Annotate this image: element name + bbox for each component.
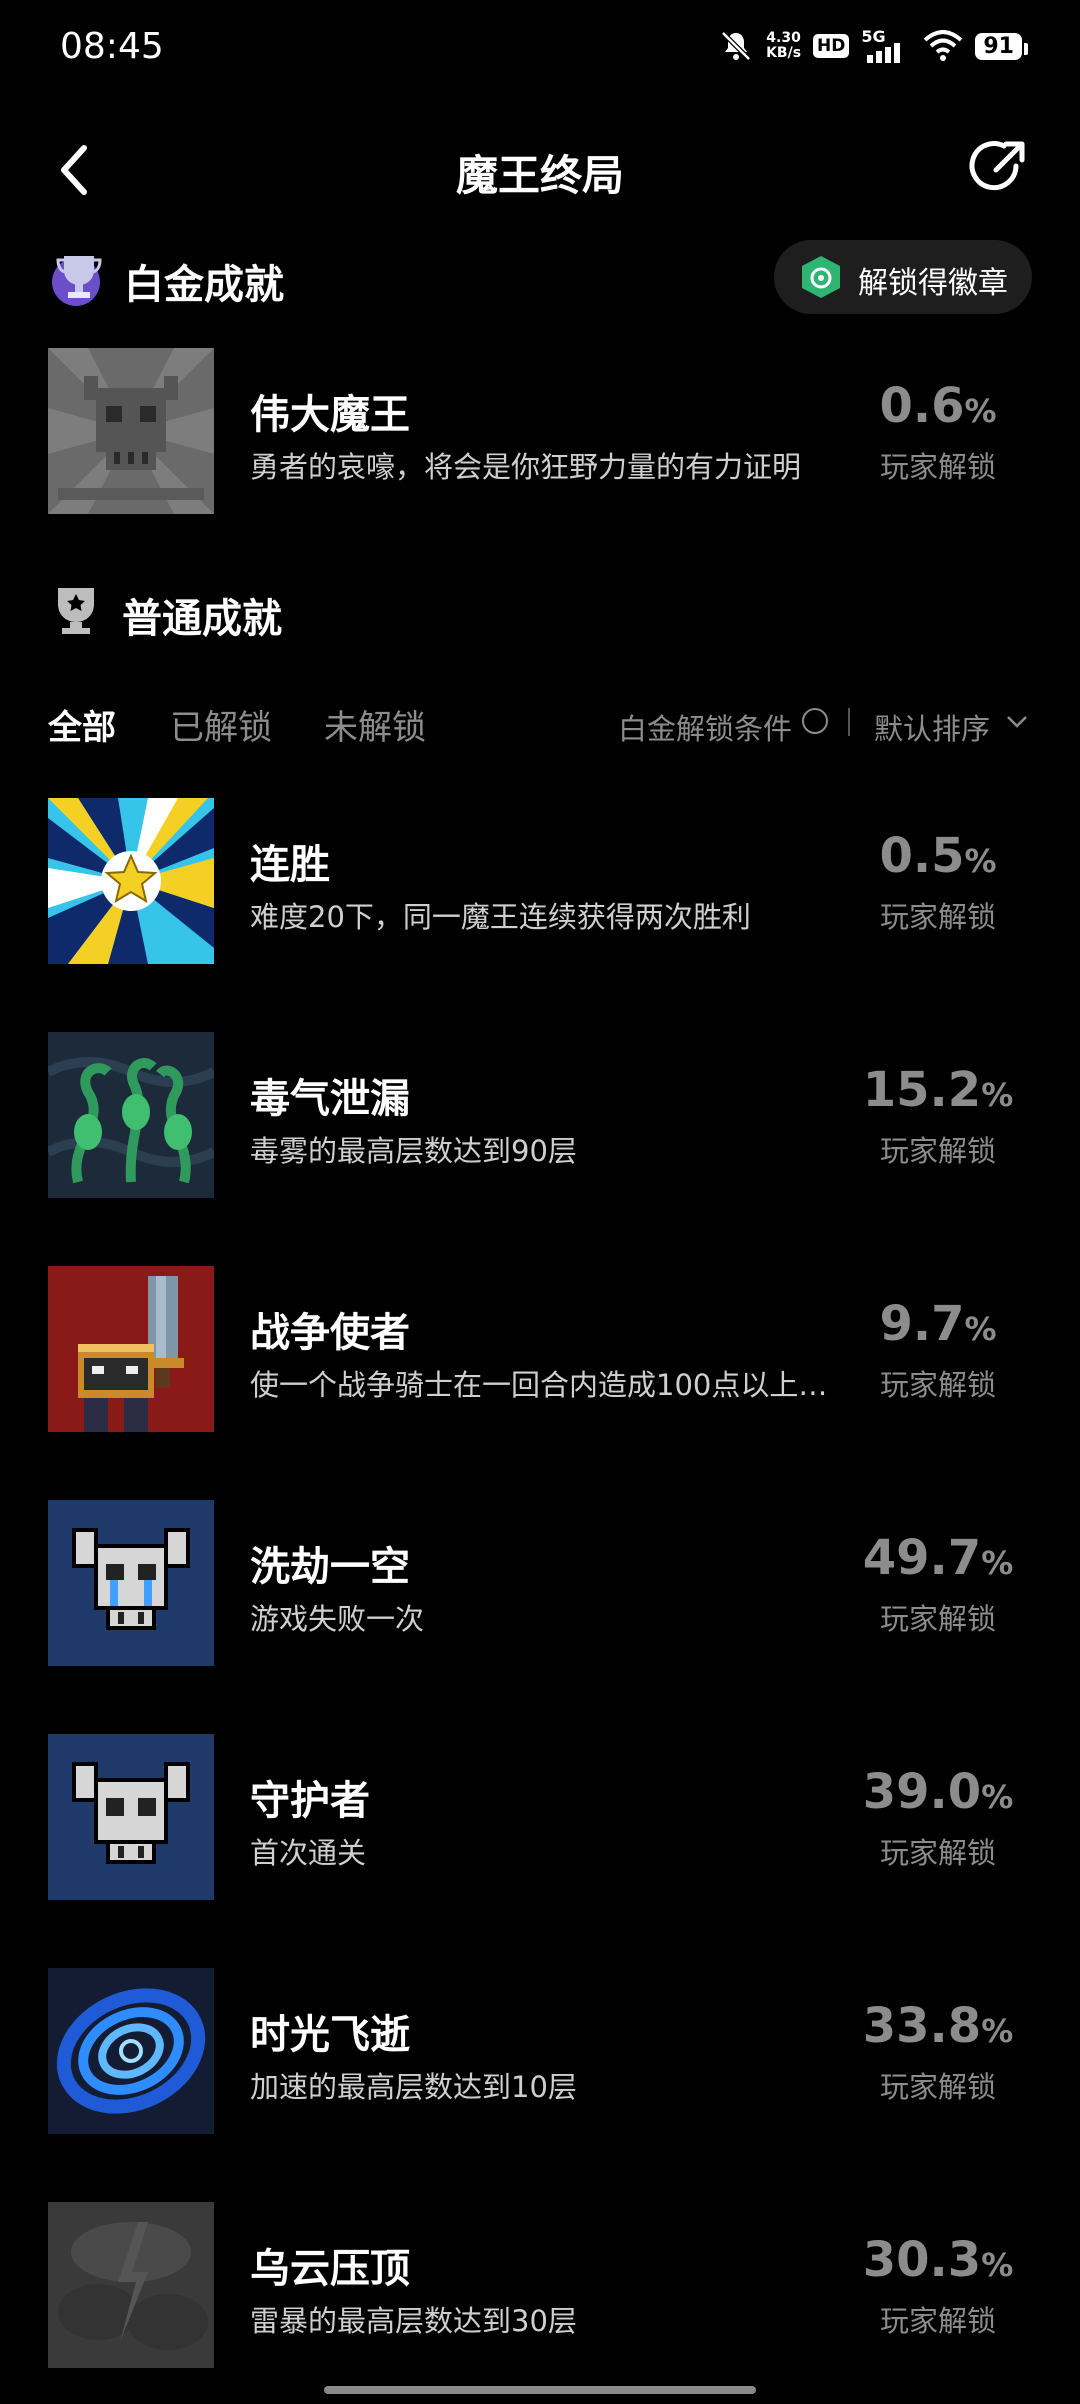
achievement-percent: 39.0%: [862, 1764, 1014, 1820]
tab-locked[interactable]: 未解锁: [324, 700, 426, 749]
achievement-thumb-war-envoy: [48, 1266, 214, 1432]
tab-unlocked[interactable]: 已解锁: [170, 700, 272, 749]
achievement-name: 守护者: [250, 1778, 370, 1824]
top-nav: 魔王终局: [0, 130, 1080, 210]
achievement-percent-label: 玩家解锁: [879, 2304, 996, 2338]
achievement-thumb-looted: [48, 1500, 214, 1666]
achievement-percent: 0.5%: [879, 828, 997, 884]
unlock-badge-button[interactable]: 解锁得徽章: [774, 240, 1032, 314]
achievement-thumb-time-flies: [48, 1968, 214, 2134]
achievement-thumb-win-streak: [48, 798, 214, 964]
cup-icon: [58, 588, 94, 634]
achievement-desc: 难度20下，同一魔王连续获得两次胜利: [250, 900, 751, 934]
divider: [848, 708, 850, 736]
achievement-name: 时光飞逝: [250, 2012, 410, 2058]
unlock-badge-label: 解锁得徽章: [858, 266, 1008, 301]
achievement-desc: 使一个战争骑士在一回合内造成100点以上伤害: [250, 1368, 850, 1402]
signal-icon: 5G: [861, 27, 911, 63]
achievement-percent-label: 玩家解锁: [879, 1836, 996, 1870]
platinum-condition-label[interactable]: 白金解锁条件: [618, 706, 792, 748]
achievement-desc: 毒雾的最高层数达到90层: [250, 1134, 577, 1168]
condition-toggle[interactable]: [802, 708, 828, 734]
achievement-item[interactable]: 时光飞逝 加速的最高层数达到10层 33.8% 玩家解锁: [48, 1968, 1038, 2134]
normal-section-header: 普通成就: [50, 580, 650, 650]
tab-all[interactable]: 全部: [48, 700, 116, 749]
filter-bar: 全部 已解锁 未解锁 白金解锁条件 默认排序: [48, 696, 1030, 752]
achievement-item[interactable]: 洗劫一空 游戏失败一次 49.7% 玩家解锁: [48, 1500, 1038, 1666]
hd-badge: HD: [813, 34, 850, 58]
achievement-percent-label: 玩家解锁: [879, 900, 996, 934]
achievement-name: 连胜: [250, 842, 330, 888]
platinum-section-title: 白金成就: [124, 262, 284, 308]
status-icons: 4.30 KB/s HD 5G 91: [718, 27, 1028, 64]
net-speed: 4.30 KB/s: [766, 30, 802, 61]
page-title: 魔王终局: [455, 151, 624, 200]
status-bar: 08:45 4.30 KB/s HD 5G 91: [0, 0, 1080, 100]
achievement-desc: 加速的最高层数达到10层: [250, 2070, 577, 2104]
achievement-thumb-great-demon-king: [48, 348, 214, 514]
achievement-percent-label: 玩家解锁: [879, 1368, 996, 1402]
achievement-percent-label: 玩家解锁: [879, 2070, 996, 2104]
normal-section-title: 普通成就: [122, 596, 282, 642]
achievement-percent: 49.7%: [862, 1530, 1014, 1586]
achievement-desc: 雷暴的最高层数达到30层: [250, 2304, 577, 2338]
achievement-percent-label: 玩家解锁: [879, 1134, 996, 1168]
achievement-item[interactable]: 战争使者 使一个战争骑士在一回合内造成100点以上伤害 9.7% 玩家解锁: [48, 1266, 1038, 1432]
achievement-name: 战争使者: [250, 1310, 410, 1356]
sort-dropdown[interactable]: 默认排序: [874, 706, 990, 748]
achievement-name: 乌云压顶: [250, 2246, 410, 2292]
home-indicator[interactable]: [324, 2386, 756, 2394]
achievement-percent: 0.6%: [879, 378, 997, 434]
achievement-name: 伟大魔王: [250, 392, 410, 438]
achievement-percent: 33.8%: [862, 1998, 1014, 2054]
badge-icon: [802, 256, 840, 298]
battery-icon: 91: [975, 32, 1028, 60]
achievement-percent: 9.7%: [879, 1296, 997, 1352]
achievement-percent-label: 玩家解锁: [879, 450, 996, 484]
mute-icon: [721, 31, 751, 61]
achievement-desc: 勇者的哀嚎，将会是你狂野力量的有力证明: [250, 450, 802, 484]
platinum-trophy-icon: [52, 256, 102, 306]
chevron-down-icon: [1007, 716, 1027, 728]
platinum-achievement-item[interactable]: 伟大魔王 勇者的哀嚎，将会是你狂野力量的有力证明 0.6% 玩家解锁: [48, 348, 1038, 514]
achievement-percent: 30.3%: [862, 2232, 1014, 2288]
achievement-desc: 游戏失败一次: [250, 1602, 425, 1636]
achievement-item[interactable]: 毒气泄漏 毒雾的最高层数达到90层 15.2% 玩家解锁: [48, 1032, 1038, 1198]
achievement-thumb-guardian: [48, 1734, 214, 1900]
status-time: 08:45: [60, 26, 164, 67]
achievement-item[interactable]: 连胜 难度20下，同一魔王连续获得两次胜利 0.5% 玩家解锁: [48, 798, 1038, 964]
achievement-item[interactable]: 乌云压顶 雷暴的最高层数达到30层 30.3% 玩家解锁: [48, 2202, 1038, 2368]
achievement-percent: 15.2%: [862, 1062, 1014, 1118]
achievement-item[interactable]: 守护者 首次通关 39.0% 玩家解锁: [48, 1734, 1038, 1900]
achievement-thumb-dark-clouds: [48, 2202, 214, 2368]
wifi-icon: [924, 30, 963, 61]
platinum-section-header: 白金成就 解锁得徽章: [50, 240, 1032, 316]
achievement-desc: 首次通关: [250, 1836, 367, 1870]
achievement-percent-label: 玩家解锁: [879, 1602, 996, 1636]
achievement-thumb-poison-leak: [48, 1032, 214, 1198]
share-button[interactable]: [966, 136, 1030, 200]
achievement-name: 洗劫一空: [250, 1544, 410, 1590]
achievement-name: 毒气泄漏: [250, 1076, 410, 1122]
